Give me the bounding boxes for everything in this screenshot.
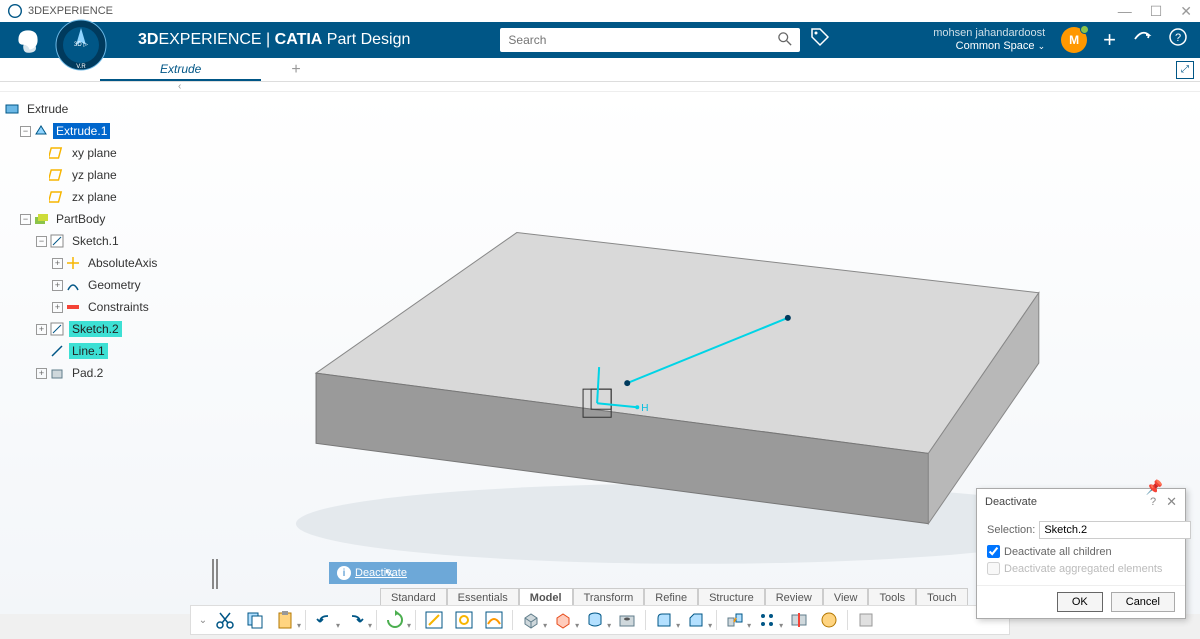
fullscreen-toggle[interactable]: ⤢	[1176, 61, 1194, 79]
ds-logo-icon	[12, 24, 44, 56]
search-icon[interactable]	[778, 32, 792, 49]
fillet-icon[interactable]	[650, 608, 678, 632]
tree-item-zx[interactable]: zx plane	[4, 186, 191, 208]
tree-item-geometry[interactable]: + Geometry	[4, 274, 191, 296]
redo-icon[interactable]	[342, 608, 370, 632]
split-icon[interactable]	[785, 608, 813, 632]
dialog-close-icon[interactable]: ✕	[1166, 494, 1177, 510]
svg-text:3D ▷: 3D ▷	[74, 42, 88, 48]
window-titlebar: 3DEXPERIENCE — ☐ ✕	[0, 0, 1200, 22]
status-tooltip: i Deactivate ↖	[329, 562, 457, 584]
update-icon[interactable]	[381, 608, 409, 632]
tree-item-line1[interactable]: Line.1	[4, 340, 191, 362]
search-input[interactable]	[508, 33, 778, 47]
close-button[interactable]: ✕	[1180, 3, 1192, 20]
deactivate-children-checkbox[interactable]: Deactivate all children	[987, 545, 1175, 558]
svg-text:H: H	[641, 403, 648, 414]
ok-button[interactable]: OK	[1057, 592, 1103, 612]
deactivate-aggregated-checkbox: Deactivate aggregated elements	[987, 562, 1175, 575]
add-tab-button[interactable]: +	[291, 61, 300, 79]
cancel-button[interactable]: Cancel	[1111, 592, 1175, 612]
sketch-icon[interactable]	[420, 608, 448, 632]
material-icon[interactable]	[815, 608, 843, 632]
brand-title: 3DEXPERIENCE | CATIA Part Design	[138, 31, 410, 49]
natural-shape-icon[interactable]	[480, 608, 508, 632]
dialog-help-icon[interactable]: ?	[1150, 496, 1156, 508]
pin-icon[interactable]: 📌	[1146, 479, 1163, 496]
info-icon: i	[337, 566, 351, 580]
tree-item-extrude1[interactable]: − Extrude.1	[4, 120, 191, 142]
add-icon[interactable]: +	[1103, 27, 1116, 53]
app-title: 3DEXPERIENCE	[28, 5, 113, 17]
svg-text:V.R: V.R	[76, 64, 86, 70]
tree-item-partbody[interactable]: − PartBody	[4, 208, 191, 230]
copy-icon[interactable]	[241, 608, 269, 632]
cut-icon[interactable]	[211, 608, 239, 632]
app-icon	[8, 4, 22, 18]
pattern-icon[interactable]	[753, 608, 781, 632]
tree-item-sketch2[interactable]: + Sketch.2	[4, 318, 191, 340]
tree-item-pad2[interactable]: + Pad.2	[4, 362, 191, 384]
cursor-icon: ↖	[384, 565, 395, 581]
transform-icon[interactable]	[721, 608, 749, 632]
chamfer-icon[interactable]	[682, 608, 710, 632]
last-tool-icon[interactable]	[852, 608, 880, 632]
toolbar-drag-handle[interactable]	[212, 559, 214, 589]
avatar[interactable]: M	[1061, 27, 1087, 53]
document-tabs: Extrude + ⤢	[0, 58, 1200, 82]
share-icon[interactable]	[1132, 27, 1152, 53]
selection-input[interactable]	[1039, 521, 1191, 539]
app-header: V.R 3D ▷ 3DEXPERIENCE | CATIA Part Desig…	[0, 22, 1200, 58]
tag-icon[interactable]	[810, 27, 830, 53]
positioned-sketch-icon[interactable]	[450, 608, 478, 632]
svg-text:?: ?	[1175, 32, 1181, 44]
dialog-title: Deactivate	[985, 496, 1037, 508]
minimize-button[interactable]: —	[1118, 3, 1132, 20]
undo-icon[interactable]	[310, 608, 338, 632]
paste-icon[interactable]	[271, 608, 299, 632]
pocket-icon[interactable]	[549, 608, 577, 632]
tree-item-axis[interactable]: + AbsoluteAxis	[4, 252, 191, 274]
maximize-button[interactable]: ☐	[1150, 3, 1163, 20]
selection-label: Selection:	[987, 524, 1035, 536]
search-box[interactable]	[500, 28, 800, 52]
tab-extrude[interactable]: Extrude	[100, 58, 261, 81]
shaft-icon[interactable]	[581, 608, 609, 632]
pad-icon[interactable]	[517, 608, 545, 632]
spec-tree[interactable]: Extrude − Extrude.1 xy plane yz plane zx…	[0, 92, 195, 614]
splitter[interactable]: ‹	[0, 82, 1200, 92]
action-toolbar: ⌄ ▾ ▾ ▾ ▾ ▾ ▾ ▾ ▾ ▾ ▾ ▾	[190, 605, 1010, 635]
hole-icon[interactable]	[613, 608, 641, 632]
tree-item-xy[interactable]: xy plane	[4, 142, 191, 164]
tree-item-sketch1[interactable]: − Sketch.1	[4, 230, 191, 252]
dropdown-handle-icon[interactable]: ⌄	[197, 608, 209, 632]
tree-item-yz[interactable]: yz plane	[4, 164, 191, 186]
user-info[interactable]: mohsen jahandardoost Common Space ⌄	[933, 27, 1045, 53]
tree-item-constraints[interactable]: + Constraints	[4, 296, 191, 318]
help-icon[interactable]: ?	[1168, 27, 1188, 53]
tree-root[interactable]: Extrude	[4, 98, 191, 120]
deactivate-dialog: 📌 Deactivate ? ✕ Selection: Deactivate a…	[976, 488, 1186, 619]
compass-icon[interactable]: V.R 3D ▷	[54, 18, 108, 72]
